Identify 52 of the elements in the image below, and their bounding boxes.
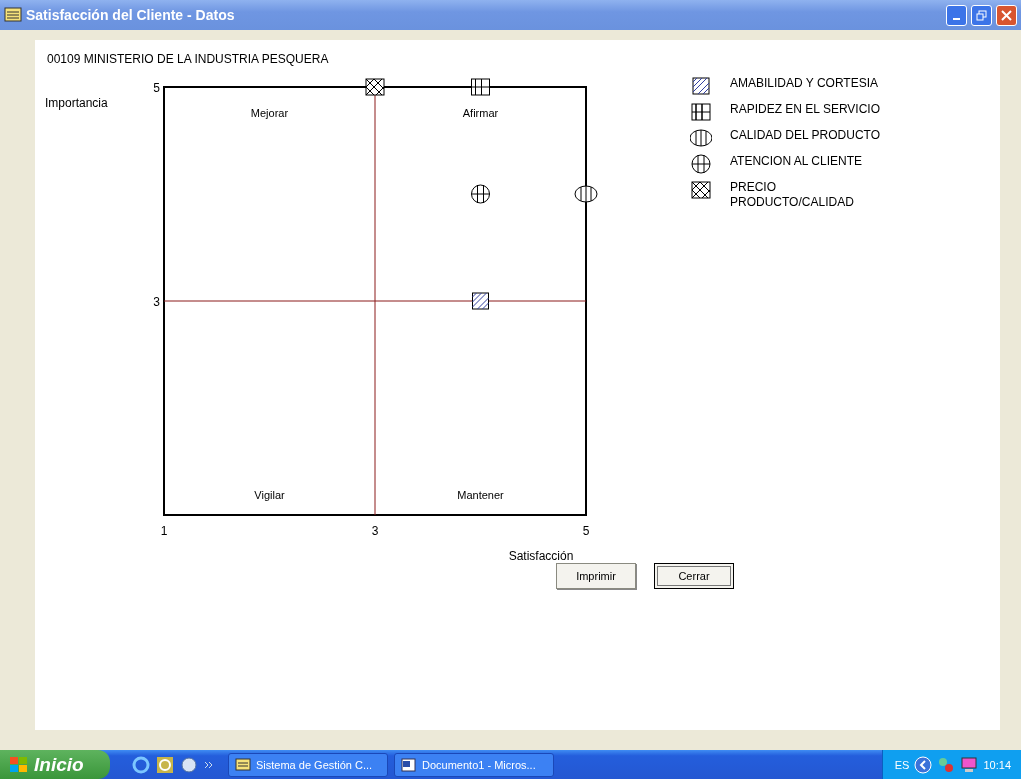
mail-icon[interactable] <box>180 755 198 774</box>
close-icon <box>1001 9 1012 21</box>
window-title: Satisfacción del Cliente - Datos <box>26 7 236 23</box>
dialog-button[interactable]: Cerrar <box>654 563 734 589</box>
taskbar-task[interactable]: Sistema de Gestión C... <box>228 752 388 777</box>
axis-tick-label: 5 <box>153 81 160 95</box>
legend-symbol-icon <box>690 76 712 96</box>
data-point <box>472 292 489 310</box>
legend-label: CALIDAD DEL PRODUCTO <box>730 128 881 143</box>
dialog-button[interactable]: Imprimir <box>556 563 636 589</box>
legend-symbol-icon <box>690 180 712 200</box>
data-point <box>471 184 490 204</box>
minimize-button[interactable] <box>946 4 967 26</box>
heading: 00109 MINISTERIO DE LA INDUSTRIA PESQUERA <box>47 52 329 66</box>
close-button[interactable] <box>996 4 1017 26</box>
chevron-icon[interactable] <box>914 755 933 774</box>
quadrant-label: Afirmar <box>462 107 499 119</box>
restore-icon <box>976 9 987 21</box>
data-point <box>471 78 490 96</box>
legend-symbol-icon <box>690 154 712 174</box>
network-icon[interactable] <box>937 755 956 774</box>
flag-icon <box>10 756 28 773</box>
clock-time: 10:14 <box>983 758 1011 771</box>
folder-icon <box>235 757 251 772</box>
document-icon <box>401 757 417 772</box>
chevron-icon[interactable] <box>204 759 214 770</box>
legend-label: RAPIDEZ EN EL SERVICIO <box>730 102 881 117</box>
legend-label: ATENCION AL CLIENTE <box>730 154 863 169</box>
window-icon <box>4 7 22 23</box>
clock-icon[interactable] <box>156 755 174 774</box>
axis-tick-label: 5 <box>582 524 590 538</box>
quadrant-label: Mantener <box>457 489 504 501</box>
legend-label: AMABILIDAD Y CORTESIA <box>730 76 879 91</box>
axis-tick-label: 3 <box>153 295 160 309</box>
axis-title: Satisfacción <box>508 549 574 563</box>
data-point <box>365 78 385 96</box>
monitor-icon[interactable] <box>960 755 979 774</box>
language-indicator[interactable]: ES <box>894 758 910 771</box>
restore-button[interactable] <box>971 4 992 26</box>
taskbar-task[interactable]: Documento1 - Micros... <box>394 752 554 777</box>
axis-tick-label: 3 <box>371 524 379 538</box>
axis-tick-label: 1 <box>160 524 168 538</box>
legend-label: PRECIO PRODUCTO/CALIDAD <box>730 180 855 210</box>
axis-title: Importancia <box>45 96 108 110</box>
data-point <box>574 185 598 203</box>
quadrant-label: Mejorar <box>250 107 289 119</box>
minimize-icon <box>953 18 960 20</box>
legend-symbol-icon <box>690 102 712 122</box>
legend-symbol-icon <box>690 128 712 148</box>
start-button[interactable]: Inicio <box>0 750 110 779</box>
browser-icon[interactable] <box>132 755 150 774</box>
quadrant-label: Vigilar <box>254 489 285 501</box>
